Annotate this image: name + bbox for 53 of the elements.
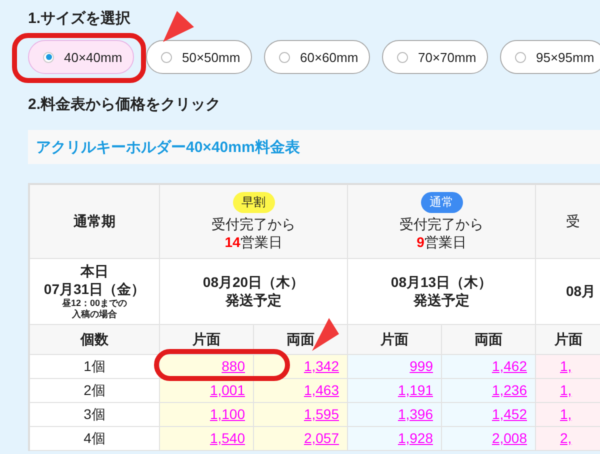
price-link[interactable]: 1,463 <box>254 379 348 403</box>
price-link[interactable]: 1,191 <box>348 379 442 403</box>
table-cell: 3個 <box>30 403 160 427</box>
price-link[interactable]: 1,928 <box>348 427 442 451</box>
lead-days: 14営業日 <box>224 234 282 251</box>
today-note: 昼12：00までの <box>62 298 128 309</box>
price-link[interactable]: 1, <box>536 355 600 379</box>
price-link[interactable]: 1,396 <box>348 403 442 427</box>
table-cell: 4個 <box>30 427 160 451</box>
table-title: アクリルキーホルダー40×40mm料金表 <box>28 130 600 164</box>
price-link[interactable]: 999 <box>348 355 442 379</box>
table-header-cell: 片面 <box>348 325 442 355</box>
plan-badge: 通常 <box>420 192 462 213</box>
ship-label: 発送予定 <box>226 292 282 309</box>
table-header-cell: 片面 <box>536 325 600 355</box>
table-cell: 1個 <box>30 355 160 379</box>
plan-lead: 受 <box>566 212 580 230</box>
price-link[interactable]: 1, <box>536 379 600 403</box>
price-link[interactable]: 1,236 <box>442 379 536 403</box>
price-link[interactable]: 1,462 <box>442 355 536 379</box>
table-header-cell: 個数 <box>30 325 160 355</box>
price-link[interactable]: 1,342 <box>254 355 348 379</box>
ship-date: 08月20日（木） <box>202 274 304 292</box>
size-option[interactable]: 50×50mm <box>146 40 252 74</box>
price-link[interactable]: 2, <box>536 427 600 451</box>
size-option[interactable]: 95×95mm <box>500 40 600 74</box>
price-link[interactable]: 2,057 <box>254 427 348 451</box>
ship-label: 発送予定 <box>414 292 470 309</box>
price-link[interactable]: 1,001 <box>160 379 254 403</box>
plan-badge: 早割 <box>232 192 274 213</box>
lead-days: 9営業日 <box>416 234 466 251</box>
price-link[interactable]: 1,100 <box>160 403 254 427</box>
pointer-arrow <box>163 11 195 43</box>
ship-date: 08月13日（木） <box>390 274 492 292</box>
table-cell: 通常期 <box>30 185 160 259</box>
today-note: 入稿の場合 <box>72 309 117 320</box>
plan-lead: 受付完了から <box>400 216 484 234</box>
today-label: 本日 <box>80 263 108 281</box>
ship-date: 08月 <box>566 282 596 300</box>
price-link[interactable]: 2,008 <box>442 427 536 451</box>
table-header-cell: 両面 <box>442 325 536 355</box>
step-heading: 2.料金表から価格をクリック <box>28 95 221 114</box>
price-link[interactable]: 1, <box>536 403 600 427</box>
today-date: 07月31日（金） <box>44 280 146 298</box>
plan-lead: 受付完了から <box>212 216 296 234</box>
price-link[interactable]: 1,540 <box>160 427 254 451</box>
size-option[interactable]: 60×60mm <box>264 40 370 74</box>
size-option[interactable]: 40×40mm <box>28 40 134 74</box>
price-link[interactable]: 1,595 <box>254 403 348 427</box>
step-heading: 1.サイズを選択 <box>28 9 131 28</box>
table-cell: 2個 <box>30 379 160 403</box>
size-option[interactable]: 70×70mm <box>382 40 488 74</box>
price-link[interactable]: 1,452 <box>442 403 536 427</box>
